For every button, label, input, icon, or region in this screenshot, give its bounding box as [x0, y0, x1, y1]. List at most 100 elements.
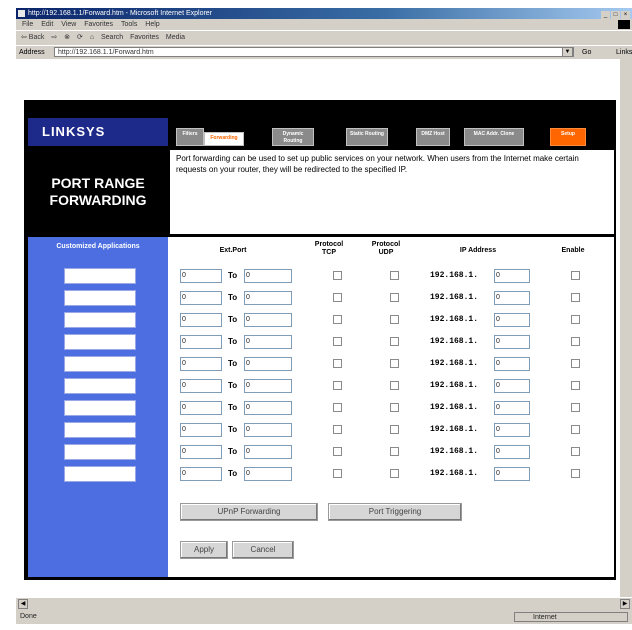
protocol-tcp-checkbox[interactable] [333, 337, 342, 346]
upnp-forwarding-button[interactable]: UPnP Forwarding [180, 503, 318, 521]
ip-last-octet-input[interactable]: 0 [494, 445, 530, 459]
tab-setup[interactable]: Setup [550, 128, 586, 146]
application-name-input[interactable] [64, 400, 136, 416]
protocol-tcp-checkbox[interactable] [333, 315, 342, 324]
maximize-button[interactable]: □ [611, 11, 620, 19]
ext-port-start-input[interactable]: 0 [180, 335, 222, 349]
scroll-right-icon[interactable]: ▶ [620, 599, 630, 609]
ext-port-end-input[interactable]: 0 [244, 269, 292, 283]
ext-port-end-input[interactable]: 0 [244, 401, 292, 415]
enable-checkbox[interactable] [571, 293, 580, 302]
ext-port-start-input[interactable]: 0 [180, 291, 222, 305]
vertical-scrollbar[interactable] [620, 59, 632, 597]
port-triggering-button[interactable]: Port Triggering [328, 503, 462, 521]
tab-forwarding[interactable]: Forwarding [204, 132, 244, 146]
menu-view[interactable]: View [61, 21, 76, 28]
ext-port-end-input[interactable]: 0 [244, 445, 292, 459]
ext-port-start-input[interactable]: 0 [180, 401, 222, 415]
forward-button[interactable]: ⇨ [51, 34, 57, 41]
ext-port-start-input[interactable]: 0 [180, 357, 222, 371]
stop-button[interactable]: ⊗ [64, 34, 70, 41]
ext-port-start-input[interactable]: 0 [180, 445, 222, 459]
protocol-udp-checkbox[interactable] [390, 359, 399, 368]
ext-port-start-input[interactable]: 0 [180, 379, 222, 393]
ip-last-octet-input[interactable]: 0 [494, 269, 530, 283]
minimize-button[interactable]: _ [601, 11, 610, 19]
enable-checkbox[interactable] [571, 337, 580, 346]
enable-checkbox[interactable] [571, 469, 580, 478]
close-button[interactable]: × [621, 11, 630, 19]
protocol-tcp-checkbox[interactable] [333, 447, 342, 456]
application-name-input[interactable] [64, 356, 136, 372]
tab-mac-addr-clone[interactable]: MAC Addr. Clone [464, 128, 524, 146]
application-name-input[interactable] [64, 312, 136, 328]
ext-port-start-input[interactable]: 0 [180, 313, 222, 327]
protocol-tcp-checkbox[interactable] [333, 293, 342, 302]
protocol-udp-checkbox[interactable] [390, 403, 399, 412]
horizontal-scrollbar[interactable]: ◀ ▶ [16, 597, 632, 610]
protocol-udp-checkbox[interactable] [390, 469, 399, 478]
application-name-input[interactable] [64, 444, 136, 460]
favorites-button[interactable]: Favorites [130, 34, 159, 41]
protocol-udp-checkbox[interactable] [390, 337, 399, 346]
ip-last-octet-input[interactable]: 0 [494, 467, 530, 481]
application-name-input[interactable] [64, 378, 136, 394]
menu-favorites[interactable]: Favorites [84, 21, 113, 28]
enable-checkbox[interactable] [571, 381, 580, 390]
refresh-button[interactable]: ⟳ [77, 34, 83, 41]
protocol-udp-checkbox[interactable] [390, 315, 399, 324]
ext-port-end-input[interactable]: 0 [244, 291, 292, 305]
menu-help[interactable]: Help [145, 21, 159, 28]
enable-checkbox[interactable] [571, 447, 580, 456]
ip-last-octet-input[interactable]: 0 [494, 291, 530, 305]
protocol-udp-checkbox[interactable] [390, 271, 399, 280]
ip-last-octet-input[interactable]: 0 [494, 357, 530, 371]
protocol-tcp-checkbox[interactable] [333, 403, 342, 412]
links-button[interactable]: Links [616, 46, 632, 59]
protocol-tcp-checkbox[interactable] [333, 271, 342, 280]
application-name-input[interactable] [64, 466, 136, 482]
enable-checkbox[interactable] [571, 271, 580, 280]
application-name-input[interactable] [64, 422, 136, 438]
menu-file[interactable]: File [22, 21, 33, 28]
protocol-tcp-checkbox[interactable] [333, 425, 342, 434]
menu-tools[interactable]: Tools [121, 21, 137, 28]
ext-port-start-input[interactable]: 0 [180, 423, 222, 437]
ext-port-end-input[interactable]: 0 [244, 357, 292, 371]
menu-edit[interactable]: Edit [41, 21, 53, 28]
ip-last-octet-input[interactable]: 0 [494, 335, 530, 349]
ip-last-octet-input[interactable]: 0 [494, 401, 530, 415]
back-button[interactable]: ⇦ Back [21, 34, 44, 41]
cancel-button[interactable]: Cancel [232, 541, 294, 559]
address-dropdown-icon[interactable]: ▼ [562, 47, 573, 57]
ip-last-octet-input[interactable]: 0 [494, 423, 530, 437]
scroll-left-icon[interactable]: ◀ [18, 599, 28, 609]
tab-filters[interactable]: Filters [176, 128, 204, 146]
enable-checkbox[interactable] [571, 425, 580, 434]
apply-button[interactable]: Apply [180, 541, 228, 559]
go-button[interactable]: Go [582, 46, 591, 59]
ext-port-end-input[interactable]: 0 [244, 423, 292, 437]
ext-port-start-input[interactable]: 0 [180, 467, 222, 481]
protocol-tcp-checkbox[interactable] [333, 381, 342, 390]
ip-last-octet-input[interactable]: 0 [494, 379, 530, 393]
protocol-tcp-checkbox[interactable] [333, 359, 342, 368]
protocol-udp-checkbox[interactable] [390, 381, 399, 390]
ext-port-end-input[interactable]: 0 [244, 335, 292, 349]
protocol-udp-checkbox[interactable] [390, 447, 399, 456]
enable-checkbox[interactable] [571, 359, 580, 368]
tab-static-routing[interactable]: Static Routing [346, 128, 388, 146]
home-button[interactable]: ⌂ [90, 34, 94, 41]
tab-dynamic-routing[interactable]: Dynamic Routing [272, 128, 314, 146]
media-button[interactable]: Media [166, 34, 185, 41]
protocol-udp-checkbox[interactable] [390, 293, 399, 302]
search-button[interactable]: Search [101, 34, 123, 41]
address-input[interactable]: http://192.168.1.1/Forward.htm [54, 47, 574, 57]
ext-port-end-input[interactable]: 0 [244, 379, 292, 393]
ext-port-end-input[interactable]: 0 [244, 467, 292, 481]
application-name-input[interactable] [64, 334, 136, 350]
ext-port-start-input[interactable]: 0 [180, 269, 222, 283]
protocol-tcp-checkbox[interactable] [333, 469, 342, 478]
application-name-input[interactable] [64, 290, 136, 306]
protocol-udp-checkbox[interactable] [390, 425, 399, 434]
